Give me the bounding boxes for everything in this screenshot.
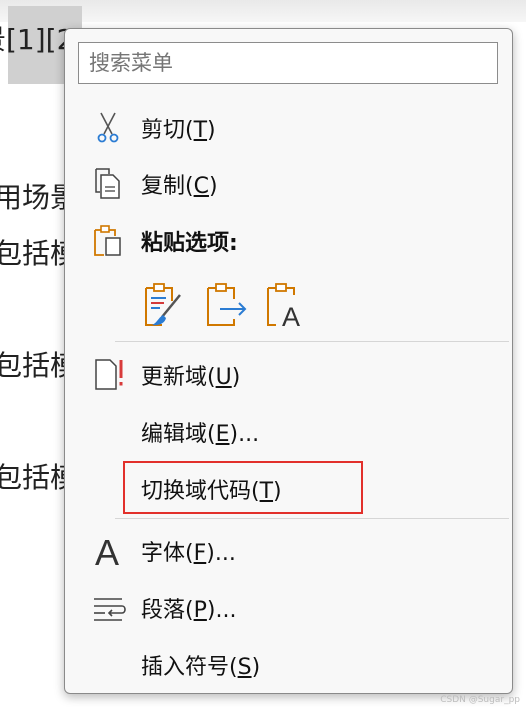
menu-item-edit-field[interactable]: 编辑域(E)... [66, 403, 511, 457]
context-menu: 剪切(T) 复制(C) 粘贴选项: [64, 28, 513, 694]
menu-item-label: 字体(F)... [141, 541, 236, 566]
paste-icon [94, 225, 121, 256]
menu-item-insert-symbol[interactable]: 插入符号(S) [66, 636, 511, 690]
menu-item-label: 复制(C) [141, 174, 218, 199]
menu-item-cut[interactable]: 剪切(T) [66, 99, 511, 153]
paste-text-only-icon[interactable]: A [264, 281, 308, 329]
watermark: CSDN @Sugar_pp [440, 695, 520, 705]
paragraph-icon [94, 598, 126, 621]
menu-item-label: 插入符号(S) [141, 655, 261, 680]
svg-text:A: A [95, 532, 119, 568]
menu-item-update-field[interactable]: 更新域(U) [66, 346, 511, 400]
menu-item-font[interactable]: A 字体(F)... [66, 522, 511, 576]
menu-item-copy[interactable]: 复制(C) [66, 155, 511, 209]
font-icon: A [95, 532, 119, 568]
svg-text:A: A [282, 302, 300, 329]
copy-icon [95, 168, 120, 199]
menu-item-label: 段落(P)... [141, 598, 237, 623]
paste-options-header: 粘贴选项: [66, 212, 511, 266]
search-menu-input[interactable] [78, 42, 498, 84]
update-field-icon [95, 359, 123, 390]
paste-merge-formatting-icon[interactable] [204, 281, 248, 329]
paste-keep-formatting-icon[interactable] [142, 281, 186, 329]
scissors-icon [97, 112, 119, 143]
menu-item-label: 剪切(T) [141, 118, 216, 143]
menu-separator [115, 341, 509, 342]
annotation-highlight-box [123, 461, 363, 514]
menu-item-label: 粘贴选项: [141, 231, 238, 256]
menu-item-paragraph[interactable]: 段落(P)... [66, 579, 511, 633]
menu-item-label: 更新域(U) [141, 365, 241, 390]
menu-item-label: 编辑域(E)... [141, 422, 260, 447]
menu-separator [115, 518, 509, 519]
